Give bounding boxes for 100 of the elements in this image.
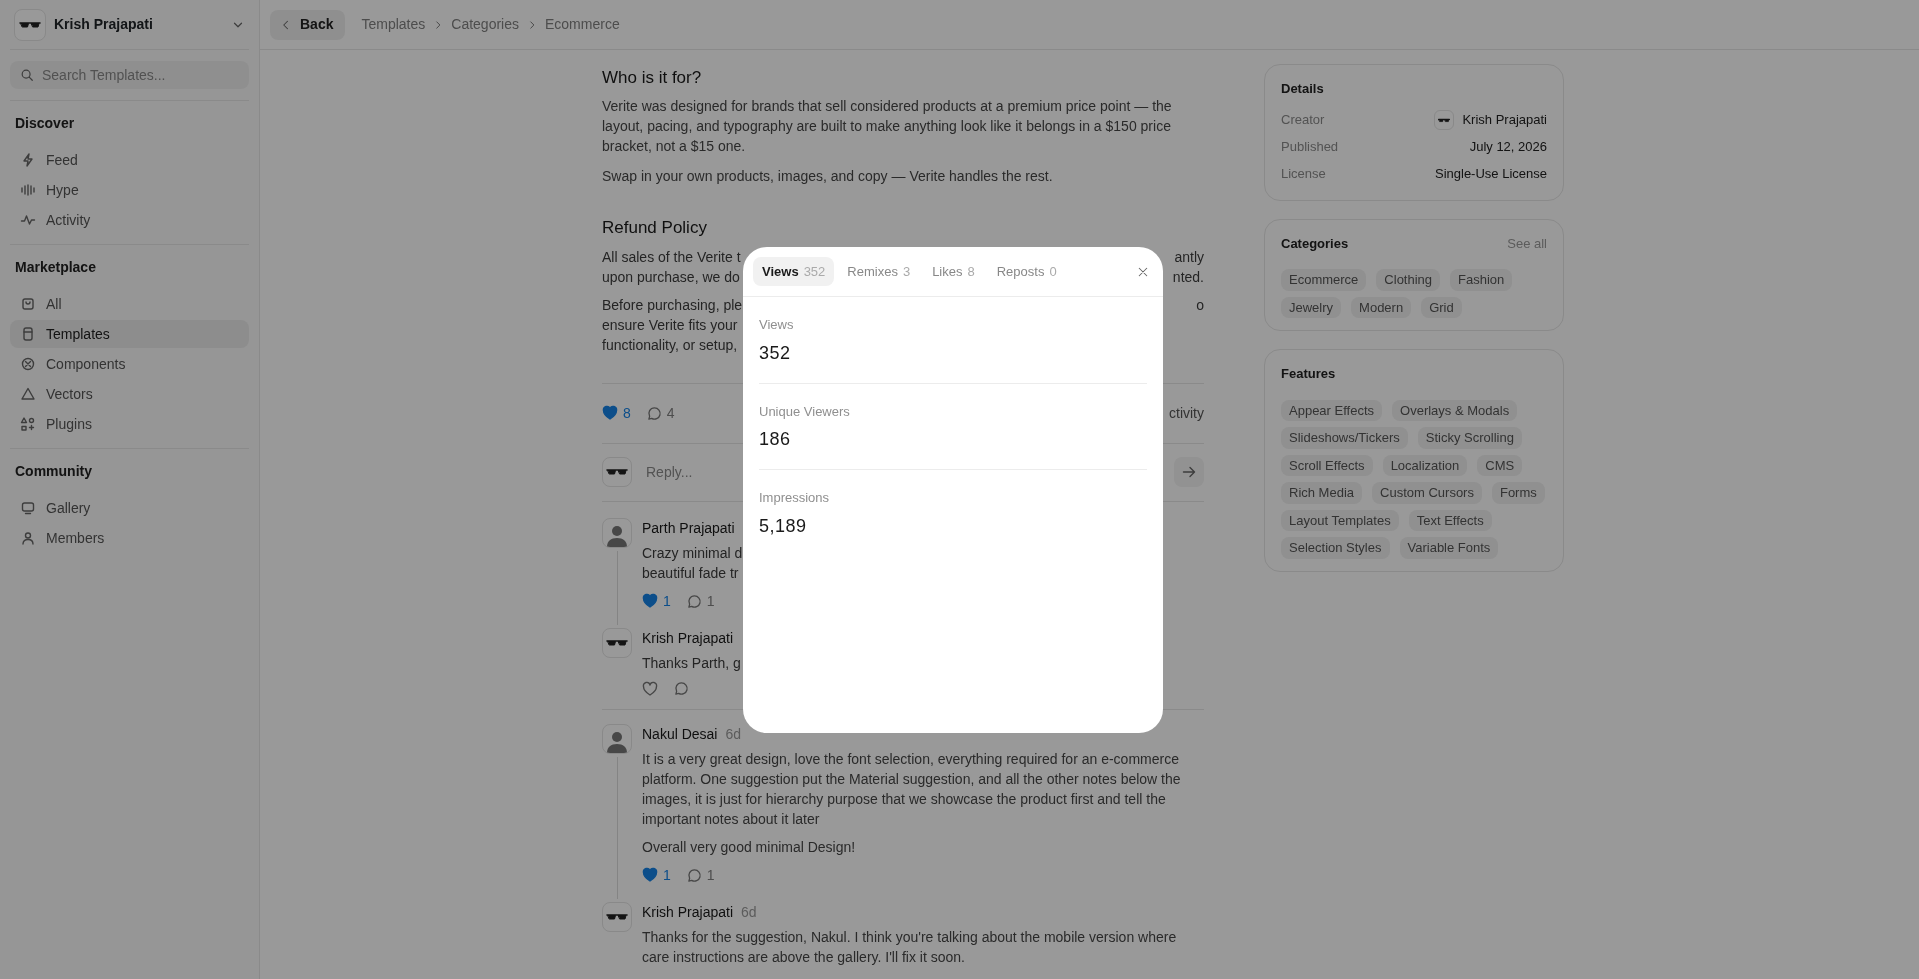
tag[interactable]: Text Effects (1408, 509, 1492, 531)
pulse-icon (20, 212, 36, 228)
crossed-circle-icon (20, 356, 36, 372)
stat-value: 352 (759, 341, 792, 365)
sunglasses-icon (19, 20, 41, 29)
tag[interactable]: Rich Media (1281, 482, 1363, 504)
monitor-icon (20, 500, 36, 516)
text-fragment: nted. (1172, 267, 1204, 287)
sunglasses-icon (606, 468, 628, 477)
cylinder-icon (20, 326, 36, 342)
tag[interactable]: Variable Fonts (1399, 537, 1499, 559)
sidebar-item[interactable]: Feed (10, 146, 249, 174)
author-name: Krish Prajapati (642, 628, 734, 648)
author-name: Parth Prajapati (642, 518, 735, 538)
text-fragment: All sales of the Verite t (602, 247, 741, 267)
chevron-right-icon (527, 19, 537, 30)
comment-text: Overall very good minimal Design! (642, 837, 857, 857)
text-fragment: functionality, or setup, (602, 335, 738, 355)
bag-icon (20, 296, 36, 312)
tag[interactable]: Clothing (1376, 269, 1441, 291)
sidebar-item[interactable]: Templates (10, 320, 249, 348)
speech-bubble-icon (686, 867, 702, 883)
author-name: Nakul Desai (642, 724, 718, 744)
comment-time: 6d (741, 902, 757, 922)
comment-text: Thanks for the suggestion, Nakul. I think you're talking about the mobile version where care instructions are above the gallery. I'll fix it soon. (642, 927, 1178, 967)
card-title: Categories (1281, 234, 1349, 253)
sidebar-item[interactable]: Members (10, 524, 249, 552)
tag[interactable]: Sticky Scrolling (1417, 427, 1522, 449)
back-button[interactable]: Back (270, 9, 346, 40)
text-fragment: ensure Verite fits your (602, 315, 738, 335)
breadcrumb-link[interactable]: Categories (451, 14, 519, 35)
modal-tab[interactable]: Likes 8 (923, 256, 984, 287)
profile-name[interactable]: Krish Prajapati (54, 14, 223, 35)
sidebar-item[interactable]: Gallery (10, 494, 249, 522)
breadcrumb-link[interactable]: Ecommerce (545, 14, 620, 35)
comment-time: 6d (725, 724, 742, 744)
tag[interactable]: CMS (1477, 454, 1523, 476)
modal-tab[interactable]: Reposts 0 (987, 256, 1066, 287)
comment-button[interactable]: 1 (686, 864, 715, 886)
detail-label: License (1281, 165, 1326, 184)
section-heading: Discover (14, 114, 76, 133)
sunglasses-icon (606, 912, 628, 921)
stat-value: 5,189 (759, 514, 808, 538)
tag[interactable]: Layout Templates (1281, 509, 1399, 531)
reply-field[interactable]: Reply... (640, 460, 1166, 484)
like-button[interactable]: 1 (642, 864, 671, 886)
bars-icon (20, 182, 36, 198)
modal-tab[interactable]: Views 352 (753, 256, 835, 287)
text-fragment: Thanks Parth, g (642, 653, 741, 673)
sunglasses-icon (1438, 117, 1451, 123)
sidebar-item[interactable]: Activity (10, 206, 249, 234)
text-fragment: Crazy minimal d (642, 543, 743, 563)
tag[interactable]: Forms (1491, 482, 1545, 504)
detail-label: Creator (1281, 111, 1325, 130)
sidebar-item[interactable]: Plugins (10, 410, 249, 438)
tag[interactable]: Slideshows/Tickers (1281, 427, 1408, 449)
activity-link[interactable]: ctivity (1169, 402, 1204, 424)
tag[interactable]: Custom Cursors (1372, 482, 1482, 504)
comment-text: It is a very great design, love the font selection, everything required for an e-commerce platform. One suggestion put the Material suggestion, and all the other notes below the images, it is just for hierarchy purpose that we showcase the product first and tell the important notes about it later (642, 749, 1182, 829)
comment-button[interactable]: 4 (646, 402, 675, 424)
comment-button[interactable] (674, 681, 689, 697)
section-heading: Community (14, 462, 93, 481)
comment-button[interactable]: 1 (686, 590, 715, 612)
tag[interactable]: Selection Styles (1281, 537, 1390, 559)
search-field[interactable]: Search Templates... (10, 61, 249, 89)
tag[interactable]: Overlays & Modals (1392, 399, 1518, 421)
send-button[interactable] (1174, 457, 1204, 488)
sidebar-item[interactable]: Vectors (10, 380, 249, 408)
tag[interactable]: Modern (1351, 296, 1412, 318)
author-name: Krish Prajapati (642, 902, 734, 922)
person-icon (20, 530, 36, 546)
speech-bubble-icon (646, 405, 662, 421)
like-button[interactable]: 8 (602, 402, 631, 424)
triangle-icon (20, 386, 36, 402)
paragraph: Verite was designed for brands that sell considered products at a premium price point — the layout, pacing, and typography are built to make anything look like it belongs in a $150 price bracket, not a $15 one. (602, 97, 1173, 157)
breadcrumb-link[interactable]: Templates (361, 14, 426, 35)
paragraph: Swap in your own products, images, and copy — Verite handles the rest. (602, 167, 1054, 187)
see-all-link[interactable]: See all (1507, 233, 1547, 253)
stat-label: Views (759, 316, 795, 334)
tag[interactable]: Localization (1382, 454, 1468, 476)
sidebar-item[interactable]: All (10, 290, 249, 318)
tag[interactable]: Ecommerce (1281, 269, 1367, 291)
like-button[interactable] (642, 680, 658, 697)
sunglasses-icon (606, 638, 628, 647)
tag[interactable]: Scroll Effects (1281, 454, 1373, 476)
tag[interactable]: Grid (1421, 296, 1462, 318)
detail-value: Krish Prajapati (1462, 111, 1547, 130)
stat-label: Unique Viewers (759, 402, 851, 421)
text-fragment: beautiful fade tr (642, 563, 739, 583)
card-title: Features (1281, 365, 1336, 383)
tag[interactable]: Fashion (1450, 269, 1513, 291)
sidebar-item[interactable]: Components (10, 350, 249, 378)
like-button[interactable]: 1 (642, 590, 671, 612)
sidebar-item[interactable]: Hype (10, 176, 249, 204)
search-icon (20, 68, 34, 82)
text-fragment: upon purchase, we do (602, 267, 740, 287)
tag[interactable]: Appear Effects (1281, 399, 1383, 421)
modal-tab[interactable]: Remixes 3 (838, 256, 920, 287)
tag[interactable]: Jewelry (1281, 296, 1342, 318)
section-heading: Marketplace (14, 258, 97, 277)
